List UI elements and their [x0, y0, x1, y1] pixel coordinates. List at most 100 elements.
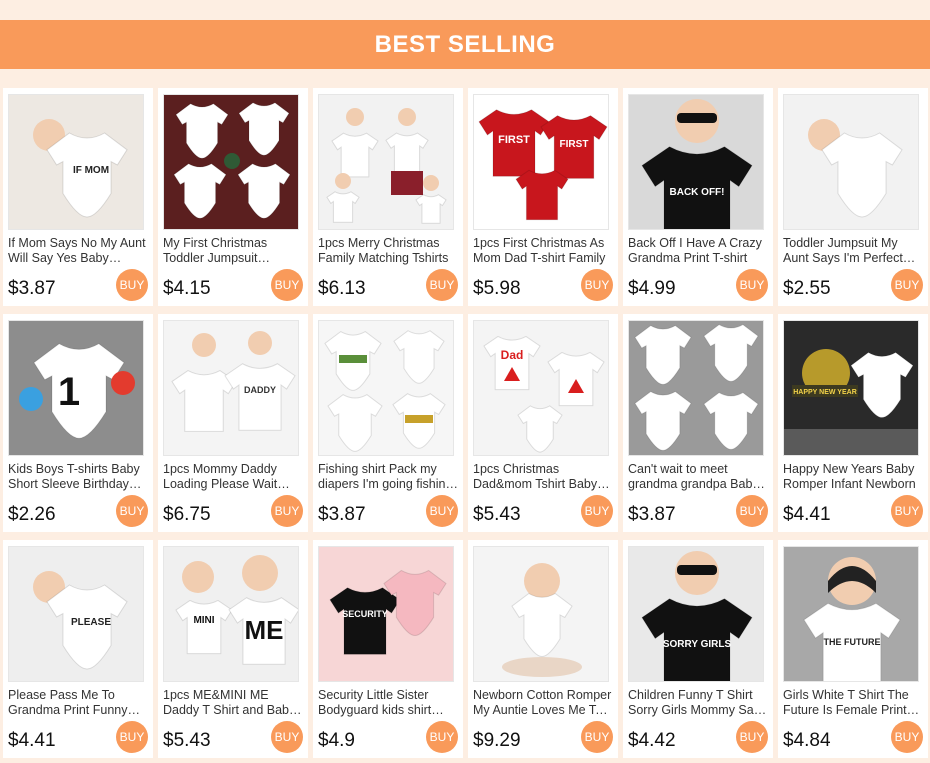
product-title[interactable]: 1pcs Christmas Dad&mom Tshirt Baby Bodys…	[473, 462, 613, 492]
svg-text:BACK OFF!: BACK OFF!	[670, 187, 725, 198]
svg-text:HAPPY NEW YEAR: HAPPY NEW YEAR	[793, 389, 857, 396]
product-card[interactable]: PLEASE Please Pass Me To Grandma Print Fu…	[3, 540, 153, 758]
product-title[interactable]: Toddler Jumpsuit My Aunt Says I'm Perfec…	[783, 236, 923, 266]
product-price: $3.87	[318, 504, 366, 525]
buy-button[interactable]: BUY	[271, 495, 303, 527]
product-price: $4.9	[318, 730, 355, 751]
product-price: $3.87	[8, 278, 56, 299]
banner-title: BEST SELLING	[374, 30, 556, 58]
top-strip	[0, 0, 930, 20]
product-card[interactable]: Fishing shirt Pack my diapers I'm going …	[313, 314, 463, 532]
product-card[interactable]: THE FUTURE Girls White T Shirt The Future…	[778, 540, 928, 758]
product-price: $4.99	[628, 278, 676, 299]
product-card[interactable]: Newborn Cotton Romper My Auntie Loves Me…	[468, 540, 618, 758]
product-price: $6.13	[318, 278, 366, 299]
svg-text:DADDY: DADDY	[244, 385, 276, 395]
product-title[interactable]: Girls White T Shirt The Future Is Female…	[783, 688, 923, 718]
product-image[interactable]	[783, 94, 919, 230]
product-card[interactable]: SORRY GIRLS Children Funny T Shirt Sorry …	[623, 540, 773, 758]
product-image[interactable]: HAPPY NEW YEAR	[783, 320, 919, 456]
product-image[interactable]: FIRST FIRST	[473, 94, 609, 230]
product-card[interactable]: 1 Kids Boys T-shirts Baby Short Sleeve Bi…	[3, 314, 153, 532]
buy-button[interactable]: BUY	[426, 721, 458, 753]
product-image[interactable]	[318, 94, 454, 230]
svg-text:SORRY GIRLS: SORRY GIRLS	[663, 639, 732, 650]
buy-button[interactable]: BUY	[891, 269, 923, 301]
product-title[interactable]: Back Off I Have A Crazy Grandma Print T-…	[628, 236, 768, 266]
buy-button[interactable]: BUY	[426, 495, 458, 527]
product-card[interactable]: MINI ME 1pcs ME&MINI ME Daddy T Shirt and …	[158, 540, 308, 758]
svg-text:ME: ME	[245, 615, 284, 645]
product-card[interactable]: FIRST FIRST 1pcs First Christmas As Mom Da…	[468, 88, 618, 306]
product-card[interactable]: Toddler Jumpsuit My Aunt Says I'm Perfec…	[778, 88, 928, 306]
product-card[interactable]: Dad 1pcs Christmas Dad&mom Tshirt Baby Bo…	[468, 314, 618, 532]
product-price: $3.87	[628, 504, 676, 525]
product-title[interactable]: 1pcs First Christmas As Mom Dad T-shirt …	[473, 236, 613, 266]
product-price: $5.98	[473, 278, 521, 299]
buy-button[interactable]: BUY	[891, 495, 923, 527]
product-image[interactable]	[628, 320, 764, 456]
product-card[interactable]: My First Christmas Toddler Jumpsuit Romp…	[158, 88, 308, 306]
product-title[interactable]: 1pcs ME&MINI ME Daddy T Shirt and Baby R…	[163, 688, 303, 718]
product-title[interactable]: Kids Boys T-shirts Baby Short Sleeve Bir…	[8, 462, 148, 492]
product-title[interactable]: If Mom Says No My Aunt Will Say Yes Baby…	[8, 236, 148, 266]
product-title[interactable]: Security Little Sister Bodyguard kids sh…	[318, 688, 458, 718]
buy-button[interactable]: BUY	[271, 721, 303, 753]
product-image[interactable]: MINI ME	[163, 546, 299, 682]
product-price: $4.15	[163, 278, 211, 299]
product-image[interactable]: Dad	[473, 320, 609, 456]
product-price: $6.75	[163, 504, 211, 525]
product-card[interactable]: SECURITY Security Little Sister Bodyguard…	[313, 540, 463, 758]
product-price: $2.55	[783, 278, 831, 299]
product-image[interactable]: IF MOM	[8, 94, 144, 230]
buy-button[interactable]: BUY	[736, 721, 768, 753]
svg-text:SECURITY: SECURITY	[342, 609, 388, 619]
buy-button[interactable]: BUY	[891, 721, 923, 753]
svg-text:Dad: Dad	[501, 348, 524, 362]
buy-button[interactable]: BUY	[271, 269, 303, 301]
svg-text:FIRST: FIRST	[560, 139, 589, 150]
buy-button[interactable]: BUY	[116, 495, 148, 527]
product-image[interactable]: PLEASE	[8, 546, 144, 682]
product-image[interactable]	[163, 94, 299, 230]
product-card[interactable]: 1pcs Merry Christmas Family Matching Tsh…	[313, 88, 463, 306]
product-title[interactable]: Please Pass Me To Grandma Print Funny Ba…	[8, 688, 148, 718]
product-title[interactable]: Newborn Cotton Romper My Auntie Loves Me…	[473, 688, 613, 718]
buy-button[interactable]: BUY	[581, 721, 613, 753]
product-card[interactable]: IF MOM If Mom Says No My Aunt Will Say Ye…	[3, 88, 153, 306]
product-card[interactable]: DADDY 1pcs Mommy Daddy Loading Please Wai…	[158, 314, 308, 532]
product-image[interactable]: SECURITY	[318, 546, 454, 682]
product-title[interactable]: 1pcs Mommy Daddy Loading Please Wait Cou…	[163, 462, 303, 492]
product-title[interactable]: 1pcs Merry Christmas Family Matching Tsh…	[318, 236, 458, 266]
product-price: $4.84	[783, 730, 831, 751]
product-card[interactable]: HAPPY NEW YEAR Happy New Years Baby Rompe…	[778, 314, 928, 532]
product-image[interactable]	[473, 546, 609, 682]
product-price: $5.43	[163, 730, 211, 751]
product-grid: IF MOM If Mom Says No My Aunt Will Say Ye…	[3, 88, 928, 758]
buy-button[interactable]: BUY	[581, 269, 613, 301]
svg-text:FIRST: FIRST	[498, 134, 530, 146]
bottom-strip	[0, 758, 930, 763]
buy-button[interactable]: BUY	[116, 721, 148, 753]
buy-button[interactable]: BUY	[736, 495, 768, 527]
product-title[interactable]: Can't wait to meet grandma grandpa Baby …	[628, 462, 768, 492]
buy-button[interactable]: BUY	[116, 269, 148, 301]
svg-text:IF MOM: IF MOM	[73, 165, 109, 176]
product-image[interactable]: THE FUTURE	[783, 546, 919, 682]
buy-button[interactable]: BUY	[426, 269, 458, 301]
buy-button[interactable]: BUY	[736, 269, 768, 301]
product-title[interactable]: Children Funny T Shirt Sorry Girls Mommy…	[628, 688, 768, 718]
product-card[interactable]: Can't wait to meet grandma grandpa Baby …	[623, 314, 773, 532]
product-image[interactable]	[318, 320, 454, 456]
product-price: $2.26	[8, 504, 56, 525]
buy-button[interactable]: BUY	[581, 495, 613, 527]
product-title[interactable]: My First Christmas Toddler Jumpsuit Romp…	[163, 236, 303, 266]
svg-text:THE FUTURE: THE FUTURE	[824, 637, 881, 647]
product-image[interactable]: BACK OFF!	[628, 94, 764, 230]
product-image[interactable]: SORRY GIRLS	[628, 546, 764, 682]
product-image[interactable]: 1	[8, 320, 144, 456]
product-card[interactable]: BACK OFF! Back Off I Have A Crazy Grandma…	[623, 88, 773, 306]
product-title[interactable]: Happy New Years Baby Romper Infant Newbo…	[783, 462, 923, 492]
product-image[interactable]: DADDY	[163, 320, 299, 456]
product-title[interactable]: Fishing shirt Pack my diapers I'm going …	[318, 462, 458, 492]
